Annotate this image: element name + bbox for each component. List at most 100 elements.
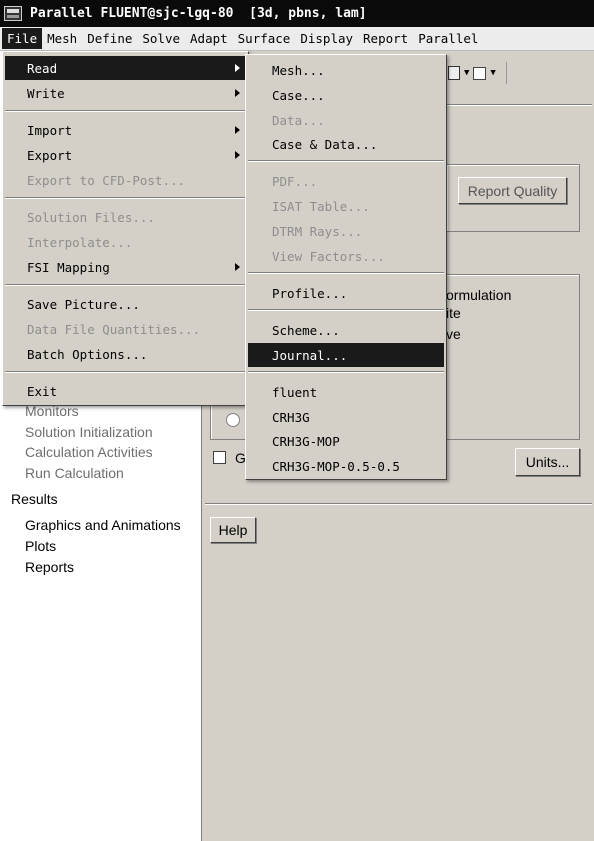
submenu-item-case-and-data[interactable]: Case & Data...	[248, 132, 444, 156]
menu-item-label: Mesh...	[272, 62, 325, 78]
menu-item-label: Import	[27, 122, 73, 138]
submenu-item-recent-crh3g-mop-0-5[interactable]: CRH3G-MOP-0.5-0.5	[248, 454, 444, 478]
menu-separator	[5, 371, 246, 373]
menu-item-export[interactable]: Export	[5, 143, 246, 167]
chevron-down-icon[interactable]: ▼	[464, 68, 469, 78]
tree-item-calculation-activities[interactable]: Calculation Activities	[25, 444, 153, 460]
menu-item-export-to-cfd-post[interactable]: Export to CFD-Post...	[5, 168, 246, 192]
menu-item-label: PDF...	[272, 173, 318, 189]
menu-bar: File Mesh Define Solve Adapt Surface Dis…	[0, 27, 594, 51]
menu-item-interpolate[interactable]: Interpolate...	[5, 230, 246, 254]
menu-solve[interactable]: Solve	[137, 28, 185, 49]
submenu-item-recent-crh3g[interactable]: CRH3G	[248, 405, 444, 429]
menu-item-label: Export	[27, 147, 73, 163]
submenu-arrow-icon	[235, 89, 240, 97]
menu-item-label: Case & Data...	[272, 136, 378, 152]
menu-display[interactable]: Display	[295, 28, 358, 49]
help-button[interactable]: Help	[210, 517, 256, 543]
menu-item-label: CRH3G-MOP-0.5-0.5	[272, 458, 400, 474]
menu-mesh[interactable]: Mesh	[42, 28, 82, 49]
units-button[interactable]: Units...	[515, 448, 580, 476]
tree-item-solution-initialization[interactable]: Solution Initialization	[25, 424, 153, 440]
submenu-item-recent-crh3g-mop[interactable]: CRH3G-MOP	[248, 429, 444, 453]
submenu-item-journal[interactable]: Journal...	[248, 343, 444, 367]
submenu-item-data[interactable]: Data...	[248, 108, 444, 132]
submenu-arrow-icon	[235, 126, 240, 134]
menu-separator	[248, 272, 444, 274]
submenu-item-profile[interactable]: Profile...	[248, 281, 444, 305]
menu-item-label: Exit	[27, 383, 58, 399]
submenu-arrow-icon	[235, 151, 240, 159]
time-radio[interactable]	[226, 413, 240, 427]
menu-report[interactable]: Report	[358, 28, 413, 49]
read-submenu: Mesh... Case... Data... Case & Data... P…	[245, 54, 447, 480]
tree-group-results[interactable]: Results	[11, 491, 58, 507]
menu-item-label: Journal...	[272, 347, 348, 363]
menu-item-label: CRH3G	[272, 409, 310, 425]
menu-item-label: Read	[27, 60, 58, 76]
tree-item-graphics-and-animations[interactable]: Graphics and Animations	[25, 517, 181, 533]
ve-label: ve	[446, 326, 461, 342]
submenu-item-view-factors[interactable]: View Factors...	[248, 244, 444, 268]
menu-item-label: Scheme...	[272, 322, 340, 338]
menu-item-save-picture[interactable]: Save Picture...	[5, 292, 246, 316]
menu-item-write[interactable]: Write	[5, 81, 246, 105]
menu-item-label: fluent	[272, 384, 318, 400]
menu-item-fsi-mapping[interactable]: FSI Mapping	[5, 255, 246, 279]
menu-item-label: Case...	[272, 87, 325, 103]
menu-surface[interactable]: Surface	[233, 28, 296, 49]
menu-item-label: Batch Options...	[27, 346, 148, 362]
gravity-checkbox[interactable]	[213, 451, 226, 464]
menu-separator	[5, 284, 246, 286]
window-box-icon[interactable]	[473, 66, 487, 80]
help-label: Help	[218, 522, 248, 538]
ite-label: ite	[446, 305, 461, 321]
toolbar-divider	[505, 62, 507, 84]
submenu-arrow-icon	[235, 64, 240, 72]
submenu-item-pdf[interactable]: PDF...	[248, 169, 444, 193]
menu-separator	[248, 309, 444, 311]
app-window-icon[interactable]	[4, 6, 22, 21]
submenu-item-case[interactable]: Case...	[248, 83, 444, 107]
window-title: Parallel FLUENT@sjc-lgq-80 [3d, pbns, la…	[30, 6, 367, 21]
tree-item-run-calculation[interactable]: Run Calculation	[25, 465, 124, 481]
menu-parallel[interactable]: Parallel	[413, 28, 483, 49]
menu-item-label: DTRM Rays...	[272, 223, 363, 239]
tree-item-reports[interactable]: Reports	[25, 559, 74, 575]
menu-item-batch-options[interactable]: Batch Options...	[5, 342, 246, 366]
chevron-down-icon[interactable]: ▼	[490, 68, 495, 78]
menu-item-label: Interpolate...	[27, 234, 133, 250]
menu-item-label: ISAT Table...	[272, 198, 370, 214]
report-quality-label: Report Quality	[467, 182, 558, 199]
menu-item-label: Solution Files...	[27, 209, 155, 225]
menu-item-label: FSI Mapping	[27, 259, 110, 275]
menu-item-data-file-quantities[interactable]: Data File Quantities...	[5, 317, 246, 341]
menu-item-import[interactable]: Import	[5, 118, 246, 142]
menu-item-exit[interactable]: Exit	[5, 379, 246, 403]
panel-divider	[446, 104, 592, 106]
menu-item-label: Data File Quantities...	[27, 321, 201, 337]
menu-item-label: Write	[27, 85, 65, 101]
help-divider	[205, 503, 592, 505]
menu-define[interactable]: Define	[82, 28, 137, 49]
menu-item-solution-files[interactable]: Solution Files...	[5, 205, 246, 229]
menu-separator	[5, 110, 246, 112]
submenu-arrow-icon	[235, 263, 240, 271]
menu-separator	[248, 371, 444, 373]
menu-item-label: Data...	[272, 112, 325, 128]
menu-adapt[interactable]: Adapt	[185, 28, 233, 49]
menu-file[interactable]: File	[2, 28, 43, 49]
submenu-item-scheme[interactable]: Scheme...	[248, 318, 444, 342]
menu-item-read[interactable]: Read	[5, 56, 246, 80]
submenu-item-dtrm-rays[interactable]: DTRM Rays...	[248, 219, 444, 243]
menu-item-label: Save Picture...	[27, 296, 140, 312]
toolbar: ▼ ▼	[448, 62, 507, 84]
tree-item-plots[interactable]: Plots	[25, 538, 56, 554]
submenu-item-recent-fluent[interactable]: fluent	[248, 380, 444, 404]
menu-separator	[248, 160, 444, 162]
report-quality-button[interactable]: Report Quality	[458, 177, 567, 204]
submenu-item-mesh[interactable]: Mesh...	[248, 58, 444, 82]
layout-icon[interactable]	[448, 66, 460, 80]
menu-item-label: View Factors...	[272, 248, 385, 264]
submenu-item-isat-table[interactable]: ISAT Table...	[248, 194, 444, 218]
